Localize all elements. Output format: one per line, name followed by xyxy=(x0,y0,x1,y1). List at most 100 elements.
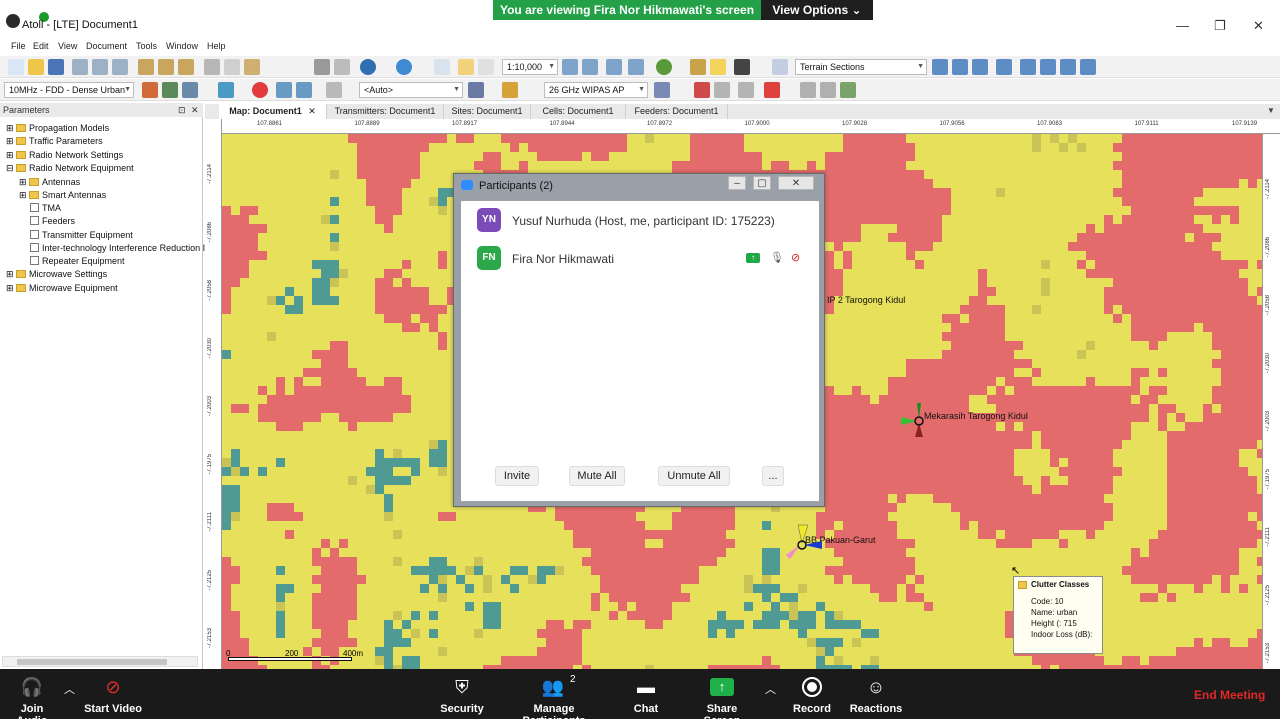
tree-item-repeater-equipment[interactable]: Repeater Equipment xyxy=(30,256,125,266)
start-video-button[interactable]: ⊘ Start Video xyxy=(84,669,142,719)
restore-button[interactable]: ❐ xyxy=(1214,18,1226,34)
report-icon[interactable] xyxy=(738,82,754,98)
pin-icon[interactable]: ⊡ xyxy=(178,103,186,117)
zoom-out-icon[interactable] xyxy=(582,59,598,75)
tree-item-traffic-parameters[interactable]: ⊞ Traffic Parameters xyxy=(6,136,103,147)
tab-map[interactable]: Map: Document1 ✕ xyxy=(219,104,327,119)
menu-edit[interactable]: Edit xyxy=(33,41,49,51)
zoom-in-icon[interactable] xyxy=(562,59,578,75)
shape-icon[interactable] xyxy=(1020,59,1036,75)
fill-icon[interactable] xyxy=(1060,59,1076,75)
import-icon[interactable] xyxy=(138,59,154,75)
link-icon[interactable] xyxy=(178,59,194,75)
comment-icon[interactable] xyxy=(710,59,726,75)
rectangle-icon[interactable] xyxy=(952,59,968,75)
print-preview-icon[interactable] xyxy=(334,59,350,75)
eraser-icon[interactable] xyxy=(996,59,1012,75)
transmitter-icon[interactable] xyxy=(182,82,198,98)
more-options-button[interactable]: ... xyxy=(762,466,784,486)
predictions-icon[interactable] xyxy=(296,82,312,98)
tree-item-transmitter-equipment[interactable]: Transmitter Equipment xyxy=(30,230,133,240)
link-tool-icon[interactable] xyxy=(218,82,234,98)
view-options-button[interactable]: View Options ⌄ xyxy=(761,0,873,20)
video-off-icon[interactable]: ⊘ xyxy=(791,251,800,264)
menu-file[interactable]: File xyxy=(11,41,26,51)
end-meeting-button[interactable]: End Meeting xyxy=(1194,688,1265,702)
join-audio-button[interactable]: 🎧 Join Audio xyxy=(8,669,56,727)
station-icon[interactable] xyxy=(468,82,484,98)
paste-icon[interactable] xyxy=(244,59,260,75)
tab-list-chevron-icon[interactable]: ▼ xyxy=(1267,106,1275,115)
microwave-icon[interactable] xyxy=(654,82,670,98)
menu-tools[interactable]: Tools xyxy=(136,41,157,51)
chat-button[interactable]: ▬ Chat xyxy=(628,669,664,719)
tab-feeders[interactable]: Feeders: Document1 xyxy=(626,104,728,119)
tree-item-microwave-settings[interactable]: ⊞ Microwave Settings xyxy=(6,269,107,280)
site-marker-pakuan[interactable] xyxy=(782,523,828,563)
measure-icon[interactable] xyxy=(694,82,710,98)
zoom-area-icon[interactable] xyxy=(606,59,622,75)
export-icon[interactable] xyxy=(158,59,174,75)
tree-item-interference-reduction[interactable]: Inter-technology Interference Reduction … xyxy=(30,243,205,253)
home-shape-icon[interactable] xyxy=(1040,59,1056,75)
database-refresh-icon[interactable] xyxy=(92,59,108,75)
mute-all-button[interactable]: Mute All xyxy=(569,466,625,486)
tree-item-feeders[interactable]: Feeders xyxy=(30,216,75,226)
calculate-icon[interactable] xyxy=(276,82,292,98)
auto-combo[interactable]: <Auto> ▼ xyxy=(359,82,463,98)
line-icon[interactable] xyxy=(972,59,988,75)
ruler-icon[interactable] xyxy=(690,59,706,75)
reactions-button[interactable]: ☺ Reactions xyxy=(848,669,904,719)
site-marker-mekarasih[interactable] xyxy=(895,401,935,441)
polygon-icon[interactable] xyxy=(932,59,948,75)
scale-combo[interactable]: 1:10,000 ▼ xyxy=(502,59,558,75)
tree-item-radio-network-equipment[interactable]: ⊟ Radio Network Equipment xyxy=(6,163,134,174)
tree-item-radio-network-settings[interactable]: ⊞ Radio Network Settings xyxy=(6,150,123,161)
menu-help[interactable]: Help xyxy=(207,41,226,51)
tree-item-antennas[interactable]: ⊞ Antennas xyxy=(19,177,80,188)
site-icon[interactable] xyxy=(162,82,178,98)
page-icon[interactable] xyxy=(434,59,450,75)
tab-transmitters[interactable]: Transmitters: Document1 xyxy=(327,104,444,119)
menu-window[interactable]: Window xyxy=(166,41,198,51)
manage-participants-button[interactable]: 👥 2 Manage Participants xyxy=(502,669,606,727)
target-icon[interactable] xyxy=(252,82,268,98)
security-button[interactable]: ⛨ Security xyxy=(440,669,484,719)
site-label[interactable]: IP 2 Tarogong Kidul xyxy=(827,295,905,305)
open-folder-icon[interactable] xyxy=(28,59,44,75)
table-icon[interactable] xyxy=(714,82,730,98)
binoculars-icon[interactable] xyxy=(734,59,750,75)
tab-sites[interactable]: Sites: Document1 xyxy=(444,104,531,119)
user-location-icon[interactable] xyxy=(656,59,672,75)
coverage-icon[interactable] xyxy=(502,82,518,98)
menu-document[interactable]: Document xyxy=(86,41,127,51)
copy-icon[interactable] xyxy=(224,59,240,75)
pan-hand-icon[interactable] xyxy=(478,59,494,75)
participant-row[interactable]: FN Fira Nor Hikmawati ↑ 🎙 ⊘ xyxy=(461,241,819,275)
cut-icon[interactable] xyxy=(204,59,220,75)
print-icon[interactable] xyxy=(314,59,330,75)
band-combo[interactable]: 10MHz - FDD - Dense Urban ▼ xyxy=(4,82,134,98)
new-icon[interactable] xyxy=(8,59,24,75)
share-options-chevron-icon[interactable]: ︿ xyxy=(765,681,776,697)
zoom-previous-icon[interactable] xyxy=(628,59,644,75)
wipas-combo[interactable]: 26 GHz WIPAS AP ▼ xyxy=(544,82,648,98)
alert-icon[interactable] xyxy=(764,82,780,98)
record-button[interactable]: Record xyxy=(790,669,834,719)
close-tab-icon[interactable]: ✕ xyxy=(308,106,316,116)
horizontal-scrollbar[interactable] xyxy=(2,656,198,667)
audio-options-chevron-icon[interactable]: ︿ xyxy=(64,681,75,697)
microphone-icon[interactable]: 🎙 xyxy=(770,251,784,264)
refresh-icon[interactable] xyxy=(396,59,412,75)
grid-icon[interactable] xyxy=(326,82,342,98)
share-screen-button[interactable]: ↑ Share Screen xyxy=(688,669,756,727)
database-icon[interactable] xyxy=(72,59,88,75)
auto-plan-icon[interactable] xyxy=(840,82,856,98)
invite-button[interactable]: Invite xyxy=(495,466,539,486)
scrollbar-thumb[interactable] xyxy=(17,659,167,665)
terrain-icon[interactable] xyxy=(772,59,788,75)
neighbours-icon[interactable] xyxy=(800,82,816,98)
participant-row[interactable]: YN Yusuf Nurhuda (Host, me, participant … xyxy=(461,201,819,237)
tree-item-tma[interactable]: TMA xyxy=(30,203,61,213)
select-pointer-icon[interactable] xyxy=(458,59,474,75)
